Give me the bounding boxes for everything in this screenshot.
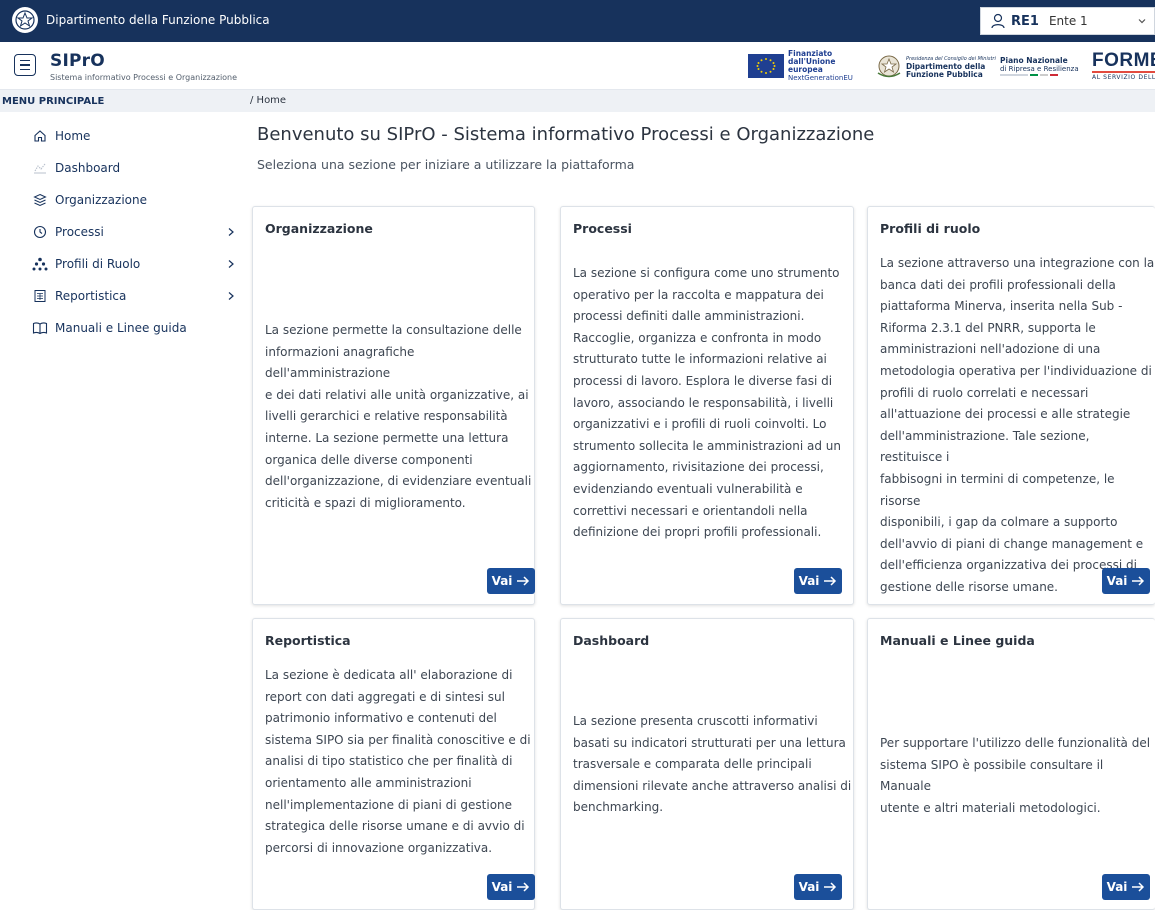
arrow-right-icon: [1132, 576, 1145, 586]
vai-button[interactable]: Vai: [1102, 874, 1150, 900]
chart-icon: [32, 160, 48, 176]
page-title: Benvenuto su SIPrO - Sistema informativo…: [257, 124, 875, 145]
card-processi: Processi La sezione si configura come un…: [560, 206, 854, 605]
eu-flag-icon: [748, 54, 784, 78]
hierarchy-icon: [32, 256, 48, 272]
top-bar: Dipartimento della Funzione Pubblica RE1…: [0, 0, 1155, 42]
stack-icon: [32, 192, 48, 208]
dfp-logo-text: Presidenza del Consiglio dei Ministri Di…: [906, 55, 996, 79]
app-header: SIPrO Sistema informativo Processi e Org…: [0, 42, 1155, 90]
chevron-right-icon[interactable]: [224, 256, 238, 272]
card-title: Profili di ruolo: [880, 221, 981, 236]
sidebar-item-processi[interactable]: Processi: [32, 222, 238, 242]
vai-button[interactable]: Vai: [487, 568, 535, 594]
card-description: La sezione si configura come uno strumen…: [573, 266, 841, 540]
user-ente-selector[interactable]: RE1 Ente 1: [980, 7, 1155, 35]
book-icon: [32, 320, 48, 336]
pnrr-logo-text: Piano Nazionale di Ripresa e Resilienza: [1000, 56, 1080, 76]
chevron-right-icon[interactable]: [224, 224, 238, 240]
vai-button[interactable]: Vai: [794, 568, 842, 594]
vai-button[interactable]: Vai: [487, 874, 535, 900]
sidebar: MENU PRINCIPALE Home Dashboard Organizza…: [0, 90, 242, 910]
card-profili-di-ruolo: Profili di ruolo La sezione attraverso u…: [867, 206, 1155, 605]
app-subtitle: Sistema informativo Processi e Organizza…: [50, 73, 238, 82]
card-description: La sezione presenta cruscotti informativ…: [573, 714, 852, 815]
sidebar-item-home[interactable]: Home: [32, 126, 238, 146]
card-dashboard: Dashboard La sezione presenta cruscotti …: [560, 618, 854, 910]
card-title: Organizzazione: [265, 221, 373, 236]
app-name[interactable]: SIPrO: [50, 51, 105, 71]
chevron-down-icon[interactable]: [1134, 13, 1150, 29]
card-title: Reportistica: [265, 633, 351, 648]
card-description: La sezione permette la consultazione del…: [265, 323, 532, 510]
arrow-right-icon: [824, 576, 837, 586]
sidebar-item-reportistica[interactable]: Reportistica: [32, 286, 238, 306]
sidebar-item-organizzazione[interactable]: Organizzazione: [32, 190, 238, 210]
chevron-right-icon[interactable]: [224, 288, 238, 304]
user-code[interactable]: RE1: [1011, 14, 1039, 29]
eu-funding-text: Finanziato dall'Unione europea NextGener…: [788, 49, 853, 83]
card-description: La sezione attraverso una integrazione c…: [880, 256, 1155, 594]
arrow-right-icon: [1132, 882, 1145, 892]
sidebar-heading: MENU PRINCIPALE: [0, 90, 242, 112]
department-name[interactable]: Dipartimento della Funzione Pubblica: [46, 13, 270, 27]
partner-logos: Finanziato dall'Unione europea NextGener…: [748, 50, 1155, 82]
user-icon[interactable]: [987, 10, 1009, 32]
home-icon: [32, 128, 48, 144]
card-title: Dashboard: [573, 633, 650, 648]
arrow-right-icon: [517, 576, 530, 586]
card-description: La sezione è dedicata all' elaborazione …: [265, 668, 531, 855]
arrow-right-icon: [824, 882, 837, 892]
breadcrumb[interactable]: / Home: [250, 95, 286, 106]
republic-emblem-icon: [12, 7, 38, 33]
card-reportistica: Reportistica La sezione è dedicata all' …: [252, 618, 535, 910]
page-subtitle: Seleziona una sezione per iniziare a uti…: [257, 157, 635, 172]
process-icon: [32, 224, 48, 240]
sidebar-item-profili-di-ruolo[interactable]: Profili di Ruolo: [32, 254, 238, 274]
sidebar-item-dashboard[interactable]: Dashboard: [32, 158, 238, 178]
card-description: Per supportare l'utilizzo delle funziona…: [880, 736, 1151, 815]
report-icon: [32, 288, 48, 304]
card-organizzazione: Organizzazione La sezione permette la co…: [252, 206, 535, 605]
card-title: Manuali e Linee guida: [880, 633, 1035, 648]
republic-seal-icon: [874, 53, 904, 79]
breadcrumb-bar: / Home: [242, 90, 1155, 112]
vai-button[interactable]: Vai: [1102, 568, 1150, 594]
card-title: Processi: [573, 221, 632, 236]
card-manuali: Manuali e Linee guida Per supportare l'u…: [867, 618, 1155, 910]
sidebar-item-manuali[interactable]: Manuali e Linee guida: [32, 318, 238, 338]
menu-toggle-icon[interactable]: [14, 54, 36, 76]
arrow-right-icon: [517, 882, 530, 892]
formez-logo: FORMEZ AL SERVIZIO DELLA PA: [1092, 51, 1155, 81]
vai-button[interactable]: Vai: [794, 874, 842, 900]
ente-select[interactable]: Ente 1: [1049, 14, 1134, 28]
